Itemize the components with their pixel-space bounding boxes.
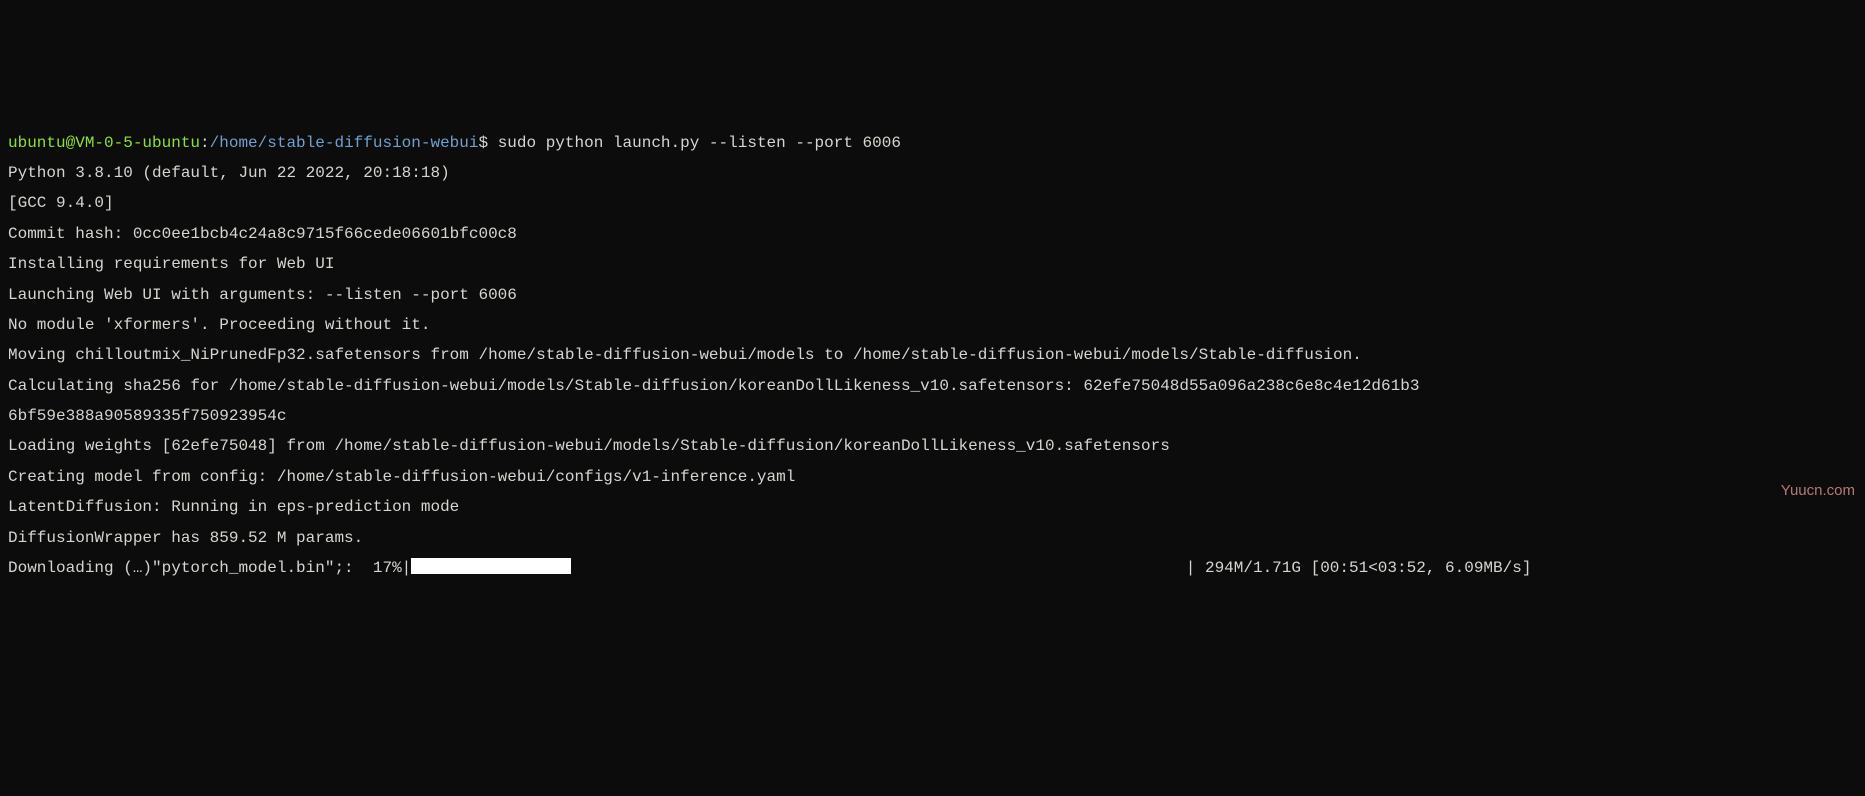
output-install-req: Installing requirements for Web UI — [8, 255, 334, 273]
prompt-separator: : — [200, 134, 210, 152]
output-create-model: Creating model from config: /home/stable… — [8, 468, 795, 486]
output-commit-hash: Commit hash: 0cc0ee1bcb4c24a8c9715f66ced… — [8, 225, 517, 243]
watermark-text: Yuucn.com — [1781, 477, 1855, 506]
prompt-cwd: /home/stable-diffusion-webui — [210, 134, 479, 152]
download-progress-prefix: Downloading (…)"pytorch_model.bin";: 17%… — [8, 559, 411, 577]
output-latent-diffusion: LatentDiffusion: Running in eps-predicti… — [8, 498, 459, 516]
output-sha256-2: 6bf59e388a90589335f750923954c — [8, 407, 286, 425]
output-launch-args: Launching Web UI with arguments: --liste… — [8, 286, 517, 304]
command-input: sudo python launch.py --listen --port 60… — [488, 134, 901, 152]
prompt-user-host: ubuntu@VM-0-5-ubuntu — [8, 134, 200, 152]
output-python-version: Python 3.8.10 (default, Jun 22 2022, 20:… — [8, 164, 450, 182]
output-diffusion-wrapper: DiffusionWrapper has 859.52 M params. — [8, 529, 363, 547]
terminal-output[interactable]: ubuntu@VM-0-5-ubuntu:/home/stable-diffus… — [8, 128, 1857, 584]
progress-bar-fill — [411, 558, 571, 574]
prompt-dollar: $ — [478, 134, 488, 152]
output-moving-model: Moving chilloutmix_NiPrunedFp32.safetens… — [8, 346, 1362, 364]
output-loading-weights: Loading weights [62efe75048] from /home/… — [8, 437, 1170, 455]
output-gcc-version: [GCC 9.4.0] — [8, 194, 114, 212]
output-sha256-1: Calculating sha256 for /home/stable-diff… — [8, 377, 1419, 395]
download-progress-stats: | 294M/1.71G [00:51<03:52, 6.09MB/s] — [571, 559, 1531, 577]
output-xformers: No module 'xformers'. Proceeding without… — [8, 316, 430, 334]
